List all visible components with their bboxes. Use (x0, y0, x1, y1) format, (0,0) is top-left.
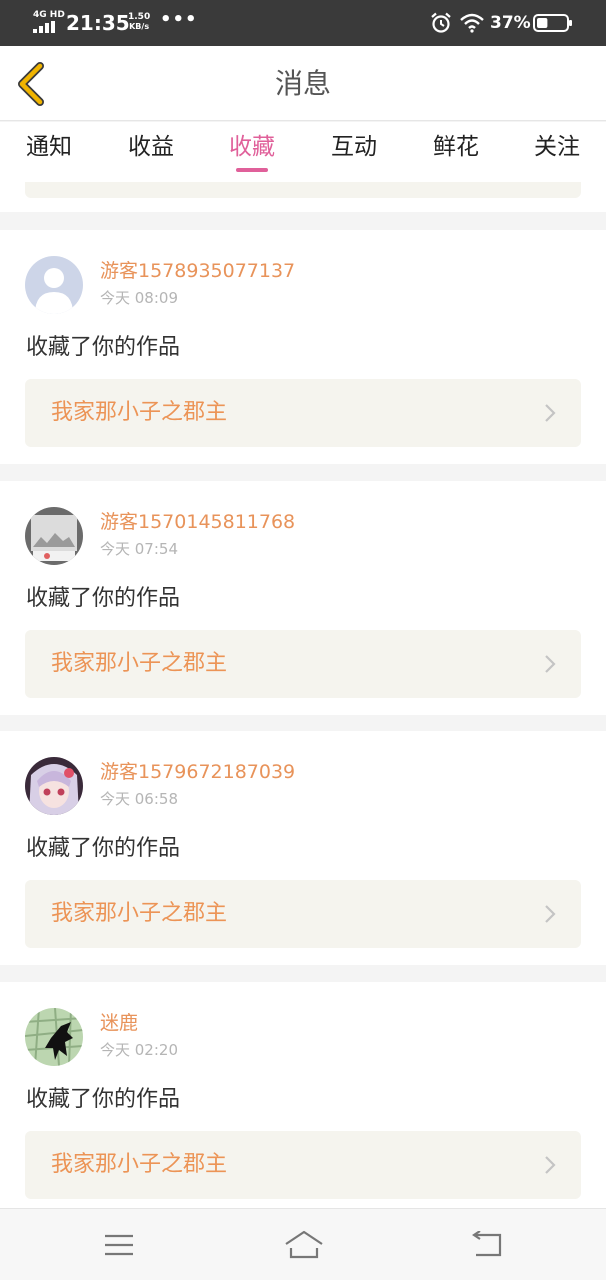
message-time: 今天 07:54 (100, 540, 178, 558)
page-title: 消息 (274, 67, 331, 100)
tab-notifications[interactable]: 通知 (14, 132, 84, 162)
tab-favorites[interactable]: 收藏 (217, 132, 287, 162)
tab-follows[interactable]: 关注 (522, 132, 592, 162)
default-avatar-icon[interactable] (25, 256, 83, 314)
active-tab-indicator (236, 168, 268, 172)
chevron-right-icon (545, 905, 556, 923)
back-icon[interactable] (470, 1231, 504, 1259)
network-speed: 1.50 KB/s (128, 12, 150, 32)
chevron-right-icon (545, 655, 556, 673)
signal-icon (33, 21, 59, 33)
message-time: 今天 06:58 (100, 790, 178, 808)
tab-bar: 通知 收益 收藏 互动 鲜花 关注 (0, 122, 606, 182)
battery-icon (533, 14, 572, 32)
work-link[interactable]: 我家那小子之郡主 (25, 880, 581, 948)
menu-icon[interactable] (103, 1233, 135, 1257)
status-bar: 4G HD 21:35 1.50 KB/s ••• 37% (0, 0, 606, 46)
tab-earnings[interactable]: 收益 (116, 132, 186, 162)
message-list[interactable]: 游客1578935077137 今天 08:09 收藏了你的作品 我家那小子之郡… (0, 182, 606, 1208)
map-avatar[interactable] (25, 1008, 83, 1066)
speed-value: 1.50 (128, 12, 151, 22)
action-text: 收藏了你的作品 (26, 836, 181, 861)
message-time: 今天 02:20 (100, 1041, 178, 1059)
work-link[interactable]: 我家那小子之郡主 (25, 1131, 581, 1199)
chevron-right-icon (545, 404, 556, 422)
message-card: 游客1578935077137 今天 08:09 收藏了你的作品 我家那小子之郡… (0, 230, 606, 464)
work-link[interactable]: 我家那小子之郡主 (25, 630, 581, 698)
work-title: 我家那小子之郡主 (51, 1152, 228, 1177)
chevron-right-icon (545, 1156, 556, 1174)
action-text: 收藏了你的作品 (26, 335, 181, 360)
app-screen: 4G HD 21:35 1.50 KB/s ••• 37% 消息 通知 收益 收… (0, 0, 606, 1280)
anime-avatar[interactable] (25, 757, 83, 815)
message-card-partial (0, 182, 606, 212)
action-text: 收藏了你的作品 (26, 1087, 181, 1112)
work-title: 我家那小子之郡主 (51, 651, 228, 676)
photo-avatar[interactable] (25, 507, 83, 565)
work-link-partial[interactable] (25, 182, 581, 198)
home-icon[interactable] (283, 1229, 325, 1261)
network-type: 4G HD (33, 10, 65, 20)
username[interactable]: 迷鹿 (100, 1012, 138, 1034)
system-nav-bar (0, 1208, 606, 1280)
wifi-icon (460, 13, 484, 33)
battery-percent: 37% (490, 13, 531, 33)
work-link[interactable]: 我家那小子之郡主 (25, 379, 581, 447)
more-notifications-icon: ••• (160, 9, 198, 30)
username[interactable]: 游客1579672187039 (100, 761, 295, 783)
clock: 21:35 (66, 11, 130, 35)
speed-unit: KB/s (129, 22, 150, 31)
alarm-icon (431, 12, 451, 33)
tab-flowers[interactable]: 鲜花 (421, 132, 491, 162)
work-title: 我家那小子之郡主 (51, 400, 228, 425)
message-card: 游客1570145811768 今天 07:54 收藏了你的作品 我家那小子之郡… (0, 481, 606, 715)
message-time: 今天 08:09 (100, 289, 178, 307)
top-bar: 消息 (0, 46, 606, 121)
message-card: 迷鹿 今天 02:20 收藏了你的作品 我家那小子之郡主 (0, 982, 606, 1208)
username[interactable]: 游客1578935077137 (100, 260, 295, 282)
tab-interactions[interactable]: 互动 (319, 132, 389, 162)
work-title: 我家那小子之郡主 (51, 901, 228, 926)
action-text: 收藏了你的作品 (26, 586, 181, 611)
username[interactable]: 游客1570145811768 (100, 511, 295, 533)
message-card: 游客1579672187039 今天 06:58 收藏了你的作品 我家那小子之郡… (0, 731, 606, 965)
